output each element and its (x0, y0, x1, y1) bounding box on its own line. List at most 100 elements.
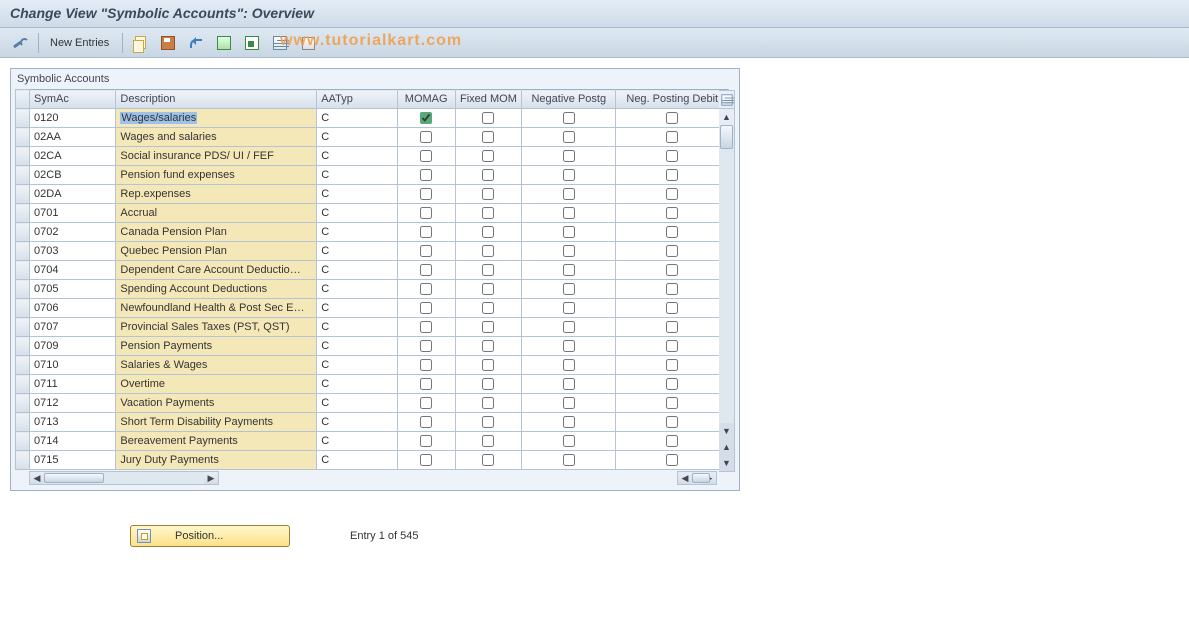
checkbox-neg-postg[interactable] (563, 321, 575, 333)
cell-fixed-mom[interactable] (455, 394, 521, 413)
col-description[interactable]: Description (116, 90, 317, 109)
cell-description[interactable]: Jury Duty Payments (116, 451, 317, 470)
hscroll-thumb[interactable] (44, 473, 104, 483)
col-fixed-mom[interactable]: Fixed MOM (455, 90, 521, 109)
cell-symac[interactable]: 0120 (30, 109, 116, 128)
checkbox-fixed-mom[interactable] (482, 378, 494, 390)
cell-neg-post-debit[interactable] (616, 128, 729, 147)
horizontal-scrollbar-right[interactable]: ◀ ▶ (677, 471, 717, 485)
cell-neg-postg[interactable] (522, 299, 616, 318)
deselect-all-button[interactable] (267, 32, 293, 54)
row-selector[interactable] (16, 337, 30, 356)
cell-neg-post-debit[interactable] (616, 109, 729, 128)
checkbox-momag[interactable] (420, 340, 432, 352)
cell-description[interactable]: Spending Account Deductions (116, 280, 317, 299)
cell-symac[interactable]: 02DA (30, 185, 116, 204)
cell-neg-post-debit[interactable] (616, 299, 729, 318)
checkbox-momag[interactable] (420, 188, 432, 200)
row-selector[interactable] (16, 375, 30, 394)
cell-fixed-mom[interactable] (455, 261, 521, 280)
cell-neg-postg[interactable] (522, 109, 616, 128)
cell-momag[interactable] (397, 432, 455, 451)
cell-neg-post-debit[interactable] (616, 261, 729, 280)
checkbox-fixed-mom[interactable] (482, 226, 494, 238)
cell-momag[interactable] (397, 299, 455, 318)
row-selector[interactable] (16, 432, 30, 451)
cell-description[interactable]: Pension Payments (116, 337, 317, 356)
cell-symac[interactable]: 0704 (30, 261, 116, 280)
row-selector[interactable] (16, 185, 30, 204)
checkbox-fixed-mom[interactable] (482, 245, 494, 257)
cell-neg-postg[interactable] (522, 185, 616, 204)
checkbox-fixed-mom[interactable] (482, 188, 494, 200)
cell-symac[interactable]: 0703 (30, 242, 116, 261)
cell-momag[interactable] (397, 375, 455, 394)
checkbox-fixed-mom[interactable] (482, 302, 494, 314)
cell-momag[interactable] (397, 394, 455, 413)
checkbox-fixed-mom[interactable] (482, 321, 494, 333)
cell-neg-postg[interactable] (522, 204, 616, 223)
checkbox-neg-post-debit[interactable] (666, 169, 678, 181)
cell-neg-postg[interactable] (522, 280, 616, 299)
hscroll-left-arrow[interactable]: ◀ (30, 472, 44, 484)
checkbox-momag[interactable] (420, 226, 432, 238)
checkbox-momag[interactable] (420, 169, 432, 181)
cell-momag[interactable] (397, 451, 455, 470)
checkbox-momag[interactable] (420, 397, 432, 409)
checkbox-neg-post-debit[interactable] (666, 321, 678, 333)
cell-neg-post-debit[interactable] (616, 166, 729, 185)
checkbox-neg-postg[interactable] (563, 207, 575, 219)
row-selector-header[interactable] (16, 90, 30, 109)
cell-fixed-mom[interactable] (455, 147, 521, 166)
checkbox-neg-postg[interactable] (563, 416, 575, 428)
cell-description[interactable]: Pension fund expenses (116, 166, 317, 185)
cell-description[interactable]: Accrual (116, 204, 317, 223)
checkbox-fixed-mom[interactable] (482, 340, 494, 352)
checkbox-neg-post-debit[interactable] (666, 302, 678, 314)
cell-aatyp[interactable]: C (317, 451, 397, 470)
cell-fixed-mom[interactable] (455, 413, 521, 432)
configuration-button[interactable] (295, 32, 321, 54)
cell-description[interactable]: Newfoundland Health & Post Sec E… (116, 299, 317, 318)
checkbox-momag[interactable] (420, 378, 432, 390)
cell-aatyp[interactable]: C (317, 147, 397, 166)
cell-neg-postg[interactable] (522, 356, 616, 375)
cell-neg-postg[interactable] (522, 318, 616, 337)
cell-description[interactable]: Social insurance PDS/ UI / FEF (116, 147, 317, 166)
cell-fixed-mom[interactable] (455, 280, 521, 299)
col-neg-post-debit[interactable]: Neg. Posting Debit (616, 90, 729, 109)
checkbox-neg-post-debit[interactable] (666, 378, 678, 390)
row-selector[interactable] (16, 147, 30, 166)
cell-description[interactable]: Vacation Payments (116, 394, 317, 413)
new-entries-button[interactable]: New Entries (43, 32, 116, 54)
scroll-down-arrow[interactable]: ▼ (719, 423, 734, 439)
row-selector[interactable] (16, 128, 30, 147)
cell-neg-postg[interactable] (522, 242, 616, 261)
cell-description[interactable]: Quebec Pension Plan (116, 242, 317, 261)
cell-neg-postg[interactable] (522, 166, 616, 185)
checkbox-momag[interactable] (420, 264, 432, 276)
cell-symac[interactable]: 0705 (30, 280, 116, 299)
cell-aatyp[interactable]: C (317, 299, 397, 318)
checkbox-neg-post-debit[interactable] (666, 112, 678, 124)
row-selector[interactable] (16, 451, 30, 470)
cell-momag[interactable] (397, 337, 455, 356)
checkbox-neg-postg[interactable] (563, 359, 575, 371)
checkbox-momag[interactable] (420, 454, 432, 466)
row-selector[interactable] (16, 242, 30, 261)
delete-button[interactable] (155, 32, 181, 54)
checkbox-momag[interactable] (420, 302, 432, 314)
cell-fixed-mom[interactable] (455, 166, 521, 185)
row-selector[interactable] (16, 223, 30, 242)
cell-description[interactable]: Short Term Disability Payments (116, 413, 317, 432)
cell-aatyp[interactable]: C (317, 261, 397, 280)
checkbox-fixed-mom[interactable] (482, 169, 494, 181)
cell-aatyp[interactable]: C (317, 109, 397, 128)
cell-neg-postg[interactable] (522, 128, 616, 147)
cell-neg-post-debit[interactable] (616, 394, 729, 413)
cell-description[interactable]: Dependent Care Account Deductio… (116, 261, 317, 280)
cell-momag[interactable] (397, 223, 455, 242)
checkbox-momag[interactable] (420, 359, 432, 371)
row-selector[interactable] (16, 204, 30, 223)
cell-aatyp[interactable]: C (317, 337, 397, 356)
